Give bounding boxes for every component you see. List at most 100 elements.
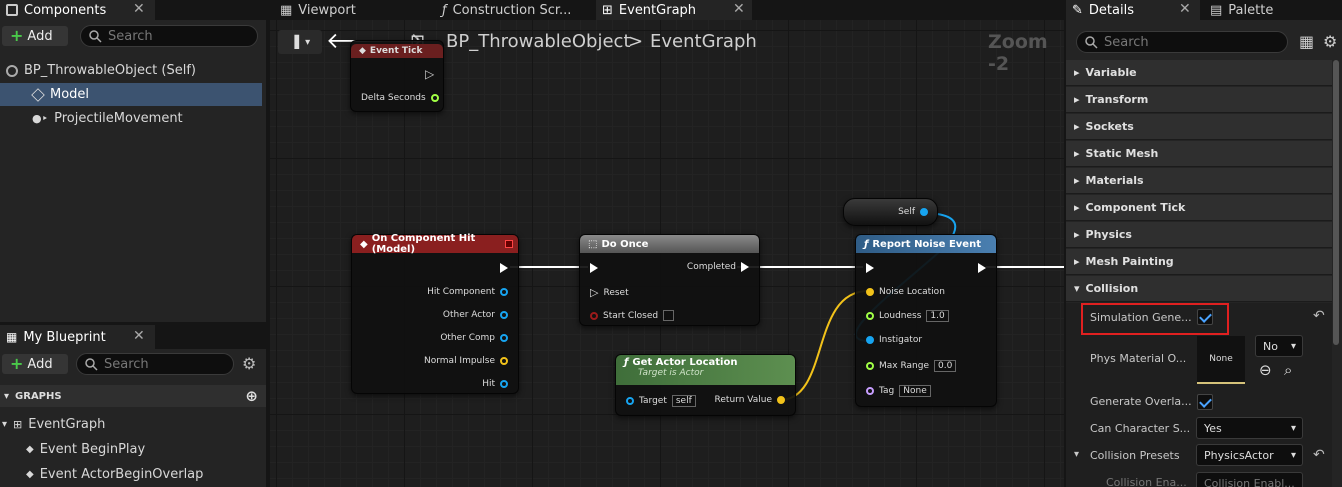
tab-label: EventGraph (618, 2, 697, 18)
tree-item-self[interactable]: BP_ThrowableObject (Self) (0, 59, 262, 82)
reset-arrow-icon[interactable]: ↶ (1313, 308, 1325, 324)
tab-components[interactable]: Components (0, 0, 155, 20)
loudness-pin[interactable]: Loudness 1.0 (866, 310, 949, 322)
tab-palette[interactable]: ▤ Palette (1204, 0, 1334, 20)
tab-eventgraph[interactable]: ⊞ EventGraph (596, 0, 752, 20)
event-tick-node[interactable]: ◆ Event Tick ▷ Delta Seconds (350, 40, 444, 112)
normal-impulse-pin[interactable]: Normal Impulse (424, 356, 508, 366)
event-graph-canvas[interactable]: ▐▾ 🡐 🡒 ⊞ BP_ThrowableObject > EventGraph… (270, 20, 1064, 487)
category-label: Materials (1085, 174, 1144, 187)
start-closed-checkbox[interactable] (663, 310, 675, 321)
chevron-right-icon: ▸ (1074, 66, 1080, 79)
breadcrumb-blueprint[interactable]: BP_ThrowableObject (446, 31, 631, 52)
do-once-node[interactable]: ⬚ Do Once Completed ▷ Reset Start Closed (579, 234, 760, 326)
start-closed-pin[interactable]: Start Closed (590, 310, 675, 321)
use-selected-icon[interactable]: ⊖ (1259, 361, 1272, 379)
category-mesh-painting[interactable]: ▸ Mesh Painting (1066, 249, 1332, 275)
close-icon[interactable]: ✕ (133, 1, 145, 17)
completed-pin[interactable]: Completed (687, 262, 749, 272)
graph-item-event-actorbeginoverlap[interactable]: ◆ Event ActorBeginOverlap (0, 463, 266, 486)
gear-icon[interactable]: ⚙ (242, 354, 256, 373)
tab-my-blueprint[interactable]: ▦ My Blueprint (0, 325, 155, 349)
close-icon[interactable]: ✕ (733, 1, 745, 17)
graph-item-event-beginplay[interactable]: ◆ Event BeginPlay (0, 438, 266, 461)
tag-pin[interactable]: Tag None (866, 385, 931, 397)
get-actor-location-header: ƒ Get Actor Location Target is Actor (616, 355, 795, 385)
dropdown-value: Collision Enabl... (1204, 476, 1295, 487)
category-label: Sockets (1085, 120, 1134, 133)
tab-construction-script[interactable]: ƒ Construction Scr... (436, 0, 586, 20)
category-label: Component Tick (1085, 201, 1186, 214)
exec-out-pin[interactable] (500, 263, 508, 273)
gear-icon[interactable]: ⚙ (1323, 32, 1337, 51)
reset-pin[interactable]: ▷ Reset (590, 286, 629, 299)
category-sockets[interactable]: ▸ Sockets (1066, 114, 1332, 140)
material-thumbnail[interactable]: None (1197, 336, 1245, 384)
can-character-step-dropdown[interactable]: Yes ▾ (1196, 417, 1303, 439)
category-variable[interactable]: ▸ Variable (1066, 60, 1332, 86)
collision-enabled-dropdown[interactable]: Collision Enabl... (1196, 472, 1303, 487)
table-view-icon[interactable]: ▦ (1299, 32, 1314, 51)
reset-arrow-icon[interactable]: ↶ (1313, 447, 1325, 463)
category-static-mesh[interactable]: ▸ Static Mesh (1066, 141, 1332, 167)
collision-presets-dropdown[interactable]: PhysicsActor ▾ (1196, 444, 1303, 466)
category-transform[interactable]: ▸ Transform (1066, 87, 1332, 113)
search-icon (89, 29, 102, 43)
category-component-tick[interactable]: ▸ Component Tick (1066, 195, 1332, 221)
category-materials[interactable]: ▸ Materials (1066, 168, 1332, 194)
bookmark-button[interactable]: ▐ ▾ (278, 30, 322, 54)
graphs-section-header[interactable]: ▾ GRAPHS ⊕ (0, 385, 266, 407)
on-component-hit-node[interactable]: ◆ On Component Hit (Model) Hit Component… (351, 233, 519, 394)
instigator-pin[interactable]: Instigator (866, 335, 922, 345)
pin-label: Instigator (879, 335, 923, 345)
hit-component-pin[interactable]: Hit Component (427, 287, 508, 297)
delta-seconds-pin[interactable]: Delta Seconds (361, 93, 439, 103)
object-pin-icon (500, 334, 508, 342)
graph-item-eventgraph[interactable]: ▾ ⊞ EventGraph (0, 413, 266, 436)
other-comp-pin[interactable]: Other Comp (440, 333, 508, 343)
close-icon[interactable]: ✕ (133, 328, 145, 344)
delegate-icon (505, 240, 513, 248)
exec-out-pin[interactable]: ▷ (425, 67, 434, 81)
add-component-button[interactable]: + Add (2, 26, 68, 46)
details-scrollbar[interactable] (1333, 60, 1339, 345)
pin-label: Tag (879, 386, 895, 396)
category-collision[interactable]: ▾ Collision (1066, 276, 1332, 302)
max-range-pin[interactable]: Max Range 0.0 (866, 360, 957, 372)
category-physics[interactable]: ▸ Physics (1066, 222, 1332, 248)
other-actor-pin[interactable]: Other Actor (443, 310, 508, 320)
exec-in-pin[interactable] (866, 263, 874, 273)
tree-item-projectile-movement[interactable]: ●‣ ProjectileMovement (0, 107, 262, 130)
hit-result-pin[interactable]: Hit (482, 379, 508, 389)
get-actor-location-node[interactable]: ƒ Get Actor Location Target is Actor Targ… (615, 354, 796, 416)
details-search-input[interactable]: Search (1076, 31, 1288, 53)
loudness-input[interactable]: 1.0 (926, 310, 949, 322)
phys-material-dropdown[interactable]: No ▾ (1255, 335, 1303, 357)
return-value-pin[interactable]: Return Value (715, 395, 785, 405)
exec-out-pin[interactable] (978, 263, 986, 273)
close-icon[interactable]: ✕ (1179, 1, 1191, 17)
property-label: Generate Overla... (1090, 395, 1192, 408)
generate-overlap-checkbox[interactable] (1197, 394, 1213, 410)
add-blueprint-item-button[interactable]: + Add (2, 354, 68, 374)
tag-input[interactable]: None (899, 385, 931, 397)
tab-viewport[interactable]: ▦ Viewport (274, 0, 424, 20)
object-pin-icon (920, 208, 928, 216)
target-pin[interactable]: Target self (626, 395, 696, 407)
self-pin[interactable]: Self (898, 207, 928, 217)
report-noise-event-node[interactable]: ƒ Report Noise Event Noise Location Loud… (855, 234, 997, 407)
add-graph-icon[interactable]: ⊕ (245, 387, 258, 405)
node-title: Get Actor Location (632, 357, 738, 368)
object-pin-icon (500, 288, 508, 296)
noise-location-pin[interactable]: Noise Location (866, 287, 945, 297)
pin-label: Completed (686, 262, 736, 272)
self-node[interactable]: Self (843, 198, 938, 226)
browse-icon[interactable]: ⌕ (1284, 361, 1292, 379)
graph-icon: ⊞ (602, 2, 613, 18)
exec-in-pin[interactable] (590, 263, 598, 273)
zoom-level: Zoom -2 (988, 31, 1048, 75)
max-range-input[interactable]: 0.0 (934, 360, 957, 372)
components-search-input[interactable]: Search (80, 25, 258, 47)
blueprint-search-input[interactable]: Search (76, 353, 234, 375)
tree-item-model[interactable]: Model (0, 83, 262, 106)
